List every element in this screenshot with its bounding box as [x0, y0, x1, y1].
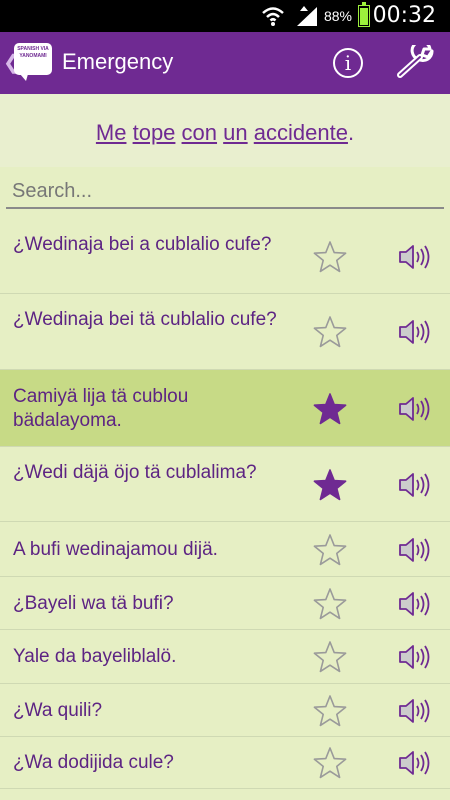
status-bar: 88% 00:32	[0, 0, 450, 32]
phrase-text: A bufi wedinajamou dijä.	[13, 539, 218, 560]
phrase-row[interactable]: ¿Wedi däjä öjo tä cublalima?	[0, 447, 450, 522]
phrase-text: ¿Wedinaja bei tä cublalio cufe?	[13, 309, 277, 330]
phrase-text: ¿Wedinaja bei a cublalio cufe?	[13, 234, 272, 255]
phrase-row[interactable]: Camiyä lija tä cublou bädalayoma.	[0, 370, 450, 447]
phrase-text: ¿Bayeli wa tä bufi?	[13, 593, 174, 614]
sentence-banner: Me tope con un accidente.	[0, 94, 450, 167]
phrase-text: Yale da bayeliblalö.	[13, 646, 177, 667]
app-bar: ❮ SPANISH VIA YANOMAMI Emergency i	[0, 32, 450, 94]
sentence-word[interactable]: tope	[133, 120, 176, 145]
wifi-icon	[262, 7, 284, 26]
star-outline-icon[interactable]	[313, 587, 347, 621]
signal-icon	[297, 6, 317, 26]
speaker-icon[interactable]	[398, 317, 432, 347]
star-filled-icon[interactable]	[313, 468, 347, 502]
star-outline-icon[interactable]	[313, 240, 347, 274]
speaker-icon[interactable]	[398, 394, 432, 424]
phrase-text: ¿Wa dodijida cule?	[13, 752, 174, 773]
phrase-row[interactable]: A bufi wedinajamou dijä.	[0, 522, 450, 577]
sentence: Me tope con un accidente.	[0, 120, 450, 146]
page-title: Emergency	[62, 49, 174, 74]
phrase-row[interactable]: ¿Wedinaja bei a cublalio cufe?	[0, 219, 450, 294]
sentence-word[interactable]: accidente	[254, 120, 348, 145]
speaker-icon[interactable]	[398, 589, 432, 619]
speaker-icon[interactable]	[398, 470, 432, 500]
sentence-punctuation: .	[347, 120, 355, 145]
phrase-text: Camiyä lija tä cublou bädalayoma.	[13, 386, 189, 431]
battery-icon	[358, 2, 370, 27]
battery-percent: 88%	[323, 8, 352, 24]
sentence-word[interactable]: un	[223, 120, 247, 145]
phrase-text: ¿Wa quili?	[13, 700, 103, 721]
speaker-icon[interactable]	[398, 748, 432, 778]
speaker-icon[interactable]	[398, 642, 432, 672]
speaker-icon[interactable]	[398, 242, 432, 272]
star-outline-icon[interactable]	[313, 746, 347, 780]
sentence-word[interactable]: Me	[96, 120, 127, 145]
star-outline-icon[interactable]	[313, 315, 347, 349]
star-outline-icon[interactable]	[313, 640, 347, 674]
star-outline-icon[interactable]	[313, 694, 347, 728]
sentence-word[interactable]: con	[182, 120, 217, 145]
phrase-row[interactable]: Yale da bayeliblalö.	[0, 630, 450, 684]
speaker-icon[interactable]	[398, 696, 432, 726]
clock: 00:32	[372, 3, 436, 28]
phrase-text: ¿Wedi däjä öjo tä cublalima?	[13, 462, 257, 483]
phrase-row[interactable]: ¿Wa quili?	[0, 684, 450, 737]
speaker-icon[interactable]	[398, 535, 432, 565]
search-bar	[0, 167, 450, 219]
phrase-row[interactable]: ¿Wa dodijida cule?	[0, 737, 450, 789]
star-filled-icon[interactable]	[313, 392, 347, 426]
phrase-row[interactable]: ¿Wedinaja bei tä cublalio cufe?	[0, 294, 450, 370]
info-icon[interactable]: i	[333, 48, 363, 78]
wrench-icon[interactable]	[396, 45, 436, 79]
search-input[interactable]	[6, 175, 444, 209]
app-logo[interactable]: SPANISH VIA YANOMAMI	[14, 43, 52, 81]
star-outline-icon[interactable]	[313, 533, 347, 567]
phrase-list: ¿Wedinaja bei a cublalio cufe? ¿Wedinaja …	[0, 219, 450, 789]
phrase-row[interactable]: ¿Bayeli wa tä bufi?	[0, 577, 450, 630]
